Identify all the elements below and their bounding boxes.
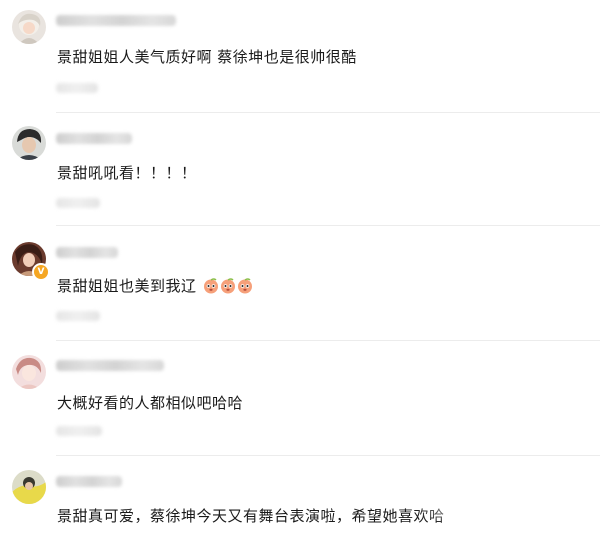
username-blurred[interactable] [56,15,176,26]
comment-text: 景甜姐姐人美气质好啊 蔡徐坤也是很帅很酷 [57,48,357,66]
username-blurred[interactable] [56,476,122,487]
username-blurred[interactable] [56,360,164,371]
peach-face-emoji-icon [237,278,252,294]
comment-text: 景甜姐姐也美到我辽 [57,276,253,296]
verified-icon: V [32,263,50,281]
comment-item: 景甜真可爱，蔡徐坤今天又有舞台表演啦，希望她喜欢哈 [0,456,600,534]
comment-meta-blurred [56,198,100,208]
peach-face-emoji-icon [203,278,218,294]
peach-face-emoji-icon [220,278,235,294]
comment-meta-blurred [56,83,98,93]
divider [56,340,600,341]
username-blurred[interactable] [56,133,132,144]
comment-item: 景甜吼吼看！！！！ [0,114,600,228]
comment-text: 景甜吼吼看！！！！ [57,164,197,182]
comment-text-content: 景甜姐姐也美到我辽 [57,277,197,295]
username-blurred[interactable] [56,247,118,258]
comment-item: 大概好看的人都相似吧哈哈 [0,342,600,456]
divider [56,225,600,226]
comment-text: 景甜真可爱，蔡徐坤今天又有舞台表演啦，希望她喜欢哈 [57,507,445,525]
avatar[interactable] [12,126,46,160]
avatar[interactable] [12,470,46,504]
avatar[interactable] [12,10,46,44]
comment-meta-blurred [56,311,100,321]
comment-item: V 景甜姐姐也美到我辽 [0,228,600,342]
comment-item: 景甜姐姐人美气质好啊 蔡徐坤也是很帅很酷 [0,0,600,114]
comment-text: 大概好看的人都相似吧哈哈 [57,394,244,412]
comment-meta-blurred [56,426,102,436]
avatar[interactable] [12,355,46,389]
divider [56,112,600,113]
